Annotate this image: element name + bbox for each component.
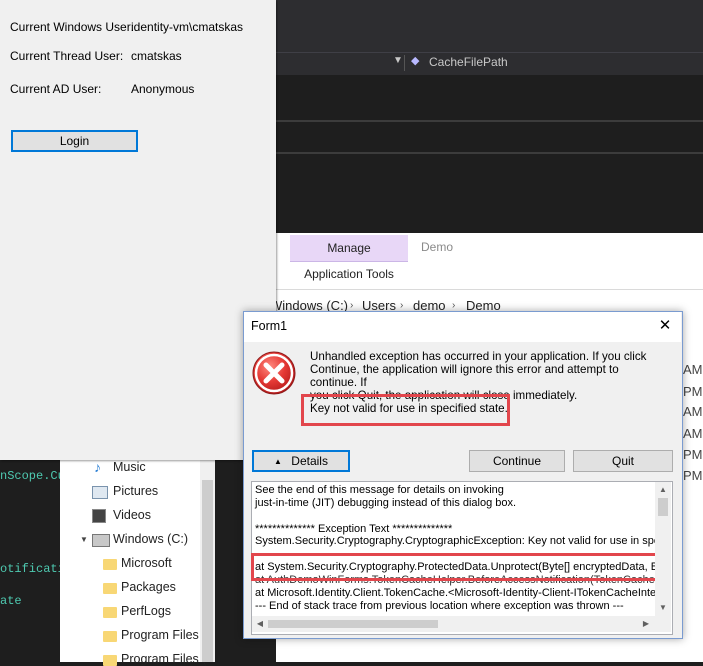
breadcrumb-separator-icon: ›: [452, 300, 456, 311]
modified-time: AM: [683, 362, 703, 377]
editor-divider: [276, 120, 703, 122]
code-editor[interactable]: [276, 75, 703, 233]
scroll-left-icon[interactable]: ◀: [252, 619, 268, 628]
folder-icon: [103, 607, 117, 618]
dialog-title: Form1: [251, 319, 288, 333]
nav-item-program-files-x86[interactable]: Program Files (: [121, 652, 206, 666]
details-line: at Microsoft.Identity.Client.TokenCache.…: [255, 587, 657, 599]
details-line: --- End of stack trace from previous loc…: [255, 600, 624, 612]
error-icon: [251, 350, 297, 396]
modified-time: PM: [683, 468, 703, 483]
details-line: ************** Exception Text **********…: [255, 523, 453, 535]
thread-user-value: cmatskas: [131, 49, 182, 63]
dialog-title-bar[interactable]: [244, 312, 681, 342]
auth-form-window: [0, 0, 276, 460]
code-fragment: nScope.Cu: [0, 469, 65, 483]
horizontal-scroll-thumb[interactable]: [268, 620, 438, 628]
ribbon-manage-label: Manage: [327, 241, 371, 255]
scroll-right-icon[interactable]: ▶: [638, 619, 654, 628]
nav-item-windows-drive[interactable]: Windows (C:): [113, 532, 188, 546]
expand-up-icon: ▲: [274, 457, 282, 466]
folder-icon: [103, 583, 117, 594]
nav-item-program-files[interactable]: Program Files: [121, 628, 199, 642]
login-button[interactable]: Login: [11, 130, 138, 152]
modified-time: AM: [683, 404, 703, 419]
modified-time: PM: [683, 384, 703, 399]
breadcrumb-separator-icon: ›: [350, 300, 354, 311]
code-fragment: otificati: [0, 562, 65, 576]
details-button-label: Details: [291, 454, 328, 468]
windows-user-value: identity-vm\cmatskas: [131, 20, 244, 34]
details-button[interactable]: ▲ Details: [252, 450, 350, 472]
ad-user-value: Anonymous: [131, 82, 195, 96]
continue-button[interactable]: Continue: [469, 450, 565, 472]
modified-time: AM: [683, 426, 703, 441]
pictures-icon: [92, 486, 108, 499]
modified-time: PM: [683, 447, 703, 462]
ribbon-border: [276, 289, 703, 290]
quit-button[interactable]: Quit: [573, 450, 673, 472]
vertical-scroll-thumb[interactable]: [658, 498, 668, 516]
folder-icon: [103, 631, 117, 642]
highlight-box: [301, 394, 510, 426]
property-icon: ◆: [411, 55, 420, 67]
member-dropdown[interactable]: CacheFilePath: [429, 55, 508, 69]
scroll-down-icon[interactable]: ▼: [655, 603, 671, 612]
nav-item-microsoft[interactable]: Microsoft: [121, 556, 172, 570]
code-fragment: ate: [0, 594, 22, 608]
stack-trace-highlight: [251, 553, 660, 581]
nav-item-perflogs[interactable]: PerfLogs: [121, 604, 171, 618]
scrollbar-corner: [655, 616, 671, 632]
folder-icon: [103, 655, 117, 666]
windows-user-label: Current Windows User:: [10, 20, 135, 34]
videos-icon: [92, 509, 106, 523]
nav-item-music[interactable]: Music: [113, 460, 146, 474]
details-line: just-in-time (JIT) debugging instead of …: [255, 497, 517, 509]
music-icon: ♪: [94, 459, 101, 475]
thread-user-label: Current Thread User:: [10, 49, 124, 63]
scroll-up-icon[interactable]: ▲: [655, 485, 671, 494]
nav-scrollbar-thumb[interactable]: [202, 480, 213, 662]
ad-user-label: Current AD User:: [10, 82, 102, 96]
nav-item-pictures[interactable]: Pictures: [113, 484, 158, 498]
chevron-down-icon[interactable]: ▼: [80, 535, 88, 544]
ribbon-divider: [290, 261, 408, 262]
close-icon[interactable]: ✕: [656, 317, 674, 335]
details-line: System.Security.Cryptography.Cryptograph…: [255, 535, 671, 547]
folder-icon: [103, 559, 117, 570]
chevron-down-icon[interactable]: ▼: [393, 55, 403, 66]
editor-divider: [276, 152, 703, 154]
nav-item-videos[interactable]: Videos: [113, 508, 151, 522]
breadcrumb-separator-icon: ›: [400, 300, 404, 311]
toolbar-separator: [404, 55, 405, 71]
message-line: Continue, the application will ignore th…: [310, 363, 619, 389]
ribbon-application-tools[interactable]: Application Tools: [290, 267, 408, 281]
ribbon-demo-tab[interactable]: Demo: [421, 240, 453, 254]
details-line: See the end of this message for details …: [255, 484, 504, 496]
drive-icon: [92, 534, 110, 547]
message-line: Unhandled exception has occurred in your…: [310, 350, 647, 363]
nav-item-packages[interactable]: Packages: [121, 580, 176, 594]
